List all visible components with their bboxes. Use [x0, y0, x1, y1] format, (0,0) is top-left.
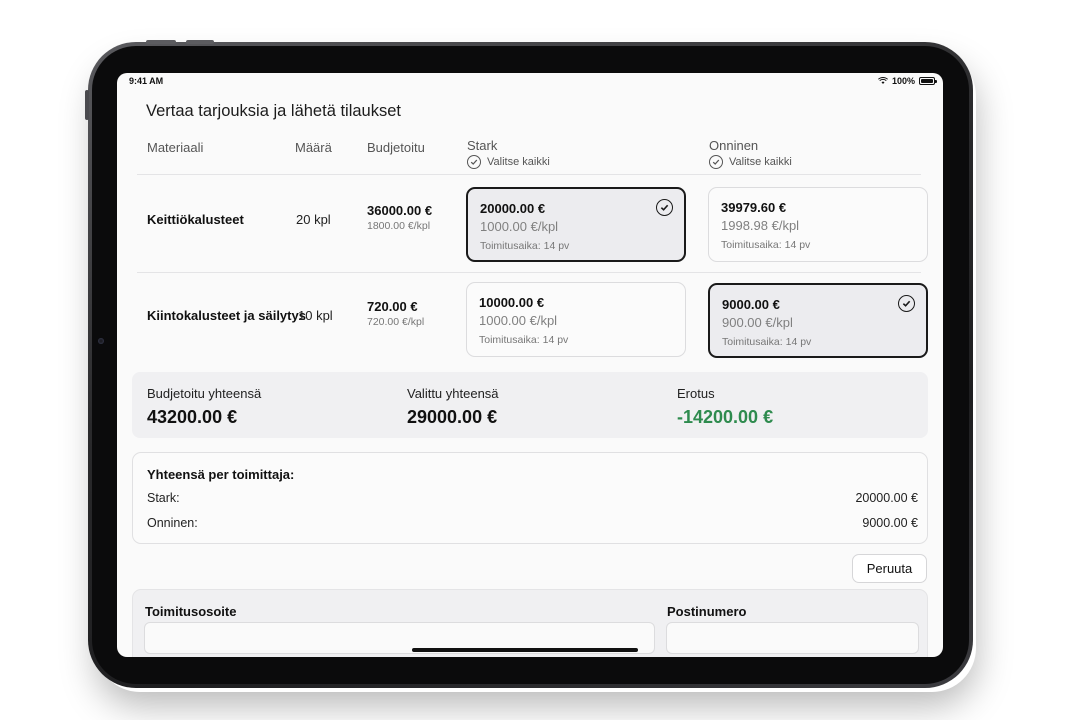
offer-card-stark[interactable]: 20000.00 € 1000.00 €/kpl Toimitusaika: 1… — [466, 187, 686, 262]
budget-total: 720.00 € — [367, 299, 418, 314]
offer-unit-price: 1000.00 €/kpl — [480, 219, 559, 234]
battery-percent: 100% — [891, 76, 915, 86]
supplier-name: Onninen: — [147, 516, 198, 530]
offer-price: 20000.00 € — [480, 201, 546, 216]
supplier-header-stark: Stark — [467, 138, 498, 153]
select-all-onninen[interactable]: Valitse kaikki — [709, 155, 792, 169]
postal-code-input[interactable] — [666, 622, 919, 654]
wifi-icon — [878, 77, 888, 84]
supplier-total: 20000.00 € — [855, 491, 918, 505]
offer-card-stark[interactable]: 10000.00 € 1000.00 €/kpl Toimitusaika: 1… — [466, 282, 686, 357]
top-button-2 — [186, 40, 214, 44]
select-all-label: Valitse kaikki — [729, 156, 792, 168]
supplier-header-onninen: Onninen — [709, 138, 759, 153]
budget-total-label: Budjetoitu yhteensä — [147, 386, 262, 401]
selected-total-value: 29000.00 € — [407, 407, 498, 427]
offer-unit-price: 1000.00 €/kpl — [479, 313, 558, 328]
cancel-button[interactable]: Peruuta — [852, 554, 927, 583]
status-right: 100% — [878, 76, 937, 86]
totals-summary: Budjetoitu yhteensä 43200.00 € Valittu y… — [132, 372, 928, 438]
select-all-label: Valitse kaikki — [487, 156, 550, 168]
offer-price: 10000.00 € — [479, 295, 545, 310]
address-label: Toimitusosoite — [145, 604, 237, 619]
material-quantity: 20 kpl — [296, 212, 331, 227]
budget-unit-price: 1800.00 €/kpl — [367, 220, 431, 232]
budget-unit-price: 720.00 €/kpl — [367, 316, 425, 328]
per-supplier-totals: Yhteensä per toimittaja: Stark: 20000.00… — [132, 452, 928, 544]
column-header-budgeted: Budjetoitu — [367, 140, 425, 155]
page-title: Vertaa tarjouksia ja lähetä tilaukset — [146, 102, 401, 120]
offer-unit-price: 900.00 €/kpl — [722, 315, 793, 330]
front-camera — [98, 338, 104, 344]
header-divider — [137, 174, 921, 175]
offer-delivery-time: Toimitusaika: 14 pv — [721, 239, 811, 251]
postal-code-label: Postinumero — [667, 604, 747, 619]
material-quantity: 10 kpl — [298, 308, 333, 323]
budget-total: 36000.00 € — [367, 203, 433, 218]
offer-delivery-time: Toimitusaika: 14 pv — [480, 240, 570, 252]
material-name: Kiintokalusteet ja säilytys — [147, 308, 306, 323]
offer-unit-price: 1998.98 €/kpl — [721, 218, 800, 233]
supplier-total: 9000.00 € — [862, 516, 918, 530]
difference-value: -14200.00 € — [677, 407, 774, 427]
offer-delivery-time: Toimitusaika: 14 pv — [479, 334, 569, 346]
status-bar: 9:41 AM 100% — [117, 73, 943, 91]
offer-card-onninen[interactable]: 9000.00 € 900.00 €/kpl Toimitusaika: 14 … — [708, 283, 928, 358]
per-supplier-title: Yhteensä per toimittaja: — [147, 467, 295, 482]
material-name: Keittiökalusteet — [147, 212, 244, 227]
status-time: 9:41 AM — [129, 76, 164, 86]
battery-icon — [919, 77, 937, 85]
screen: 9:41 AM 100% Vertaa tarjouksia ja lähetä… — [117, 73, 943, 657]
delivery-address-form: Toimitusosoite Postinumero — [132, 589, 928, 657]
check-circle-icon — [898, 295, 915, 312]
offer-price: 9000.00 € — [722, 297, 780, 312]
offer-card-onninen[interactable]: 39979.60 € 1998.98 €/kpl Toimitusaika: 1… — [708, 187, 928, 262]
top-button — [146, 40, 176, 44]
column-header-material: Materiaali — [147, 140, 204, 155]
row-divider — [137, 272, 921, 273]
offer-price: 39979.60 € — [721, 200, 787, 215]
selected-total-label: Valittu yhteensä — [407, 386, 499, 401]
supplier-name: Stark: — [147, 491, 180, 505]
difference-label: Erotus — [677, 386, 715, 401]
budget-total-value: 43200.00 € — [147, 407, 238, 427]
offer-delivery-time: Toimitusaika: 14 pv — [722, 336, 812, 348]
check-circle-icon — [467, 155, 481, 169]
side-button — [85, 90, 89, 120]
check-circle-icon — [709, 155, 723, 169]
column-header-quantity: Määrä — [295, 140, 332, 155]
check-circle-icon — [656, 199, 673, 216]
home-indicator[interactable] — [412, 648, 638, 652]
select-all-stark[interactable]: Valitse kaikki — [467, 155, 550, 169]
